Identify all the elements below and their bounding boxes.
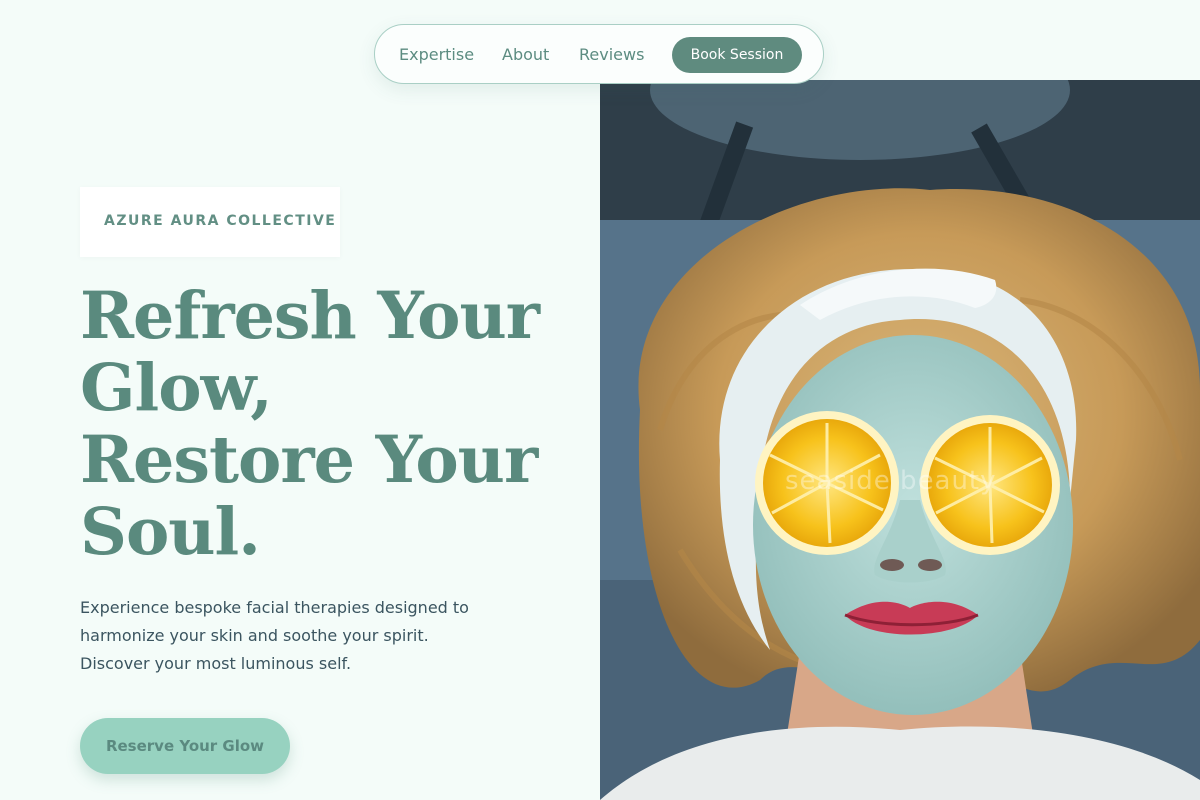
nav-link-expertise[interactable]: Expertise — [399, 44, 474, 66]
hero-headline: Refresh Your Glow, Restore Your Soul. — [80, 280, 590, 568]
hero-subtext: Experience bespoke facial therapies desi… — [80, 594, 580, 678]
nav-link-about[interactable]: About — [502, 44, 549, 66]
subtext-line: Discover your most luminous self. — [80, 654, 352, 673]
book-session-button[interactable]: Book Session — [672, 37, 802, 73]
reserve-glow-button[interactable]: Reserve Your Glow — [80, 718, 290, 774]
headline-line: Refresh Your — [80, 278, 540, 354]
top-nav: Expertise About Reviews Book Session — [374, 24, 824, 84]
headline-line: Soul. — [80, 494, 261, 570]
subtext-line: Experience bespoke facial therapies desi… — [80, 598, 469, 617]
hero-photo — [600, 80, 1200, 800]
nav-link-reviews[interactable]: Reviews — [579, 44, 644, 66]
image-watermark: seaside beauty — [785, 466, 997, 496]
facial-treatment-illustration — [600, 80, 1200, 800]
brand-badge-label: AZURE AURA COLLECTIVE — [104, 213, 337, 229]
brand-badge: AZURE AURA COLLECTIVE — [80, 187, 340, 257]
subtext-line: harmonize your skin and soothe your spir… — [80, 626, 429, 645]
headline-line: Glow, — [80, 350, 273, 426]
headline-line: Restore Your — [80, 422, 538, 498]
